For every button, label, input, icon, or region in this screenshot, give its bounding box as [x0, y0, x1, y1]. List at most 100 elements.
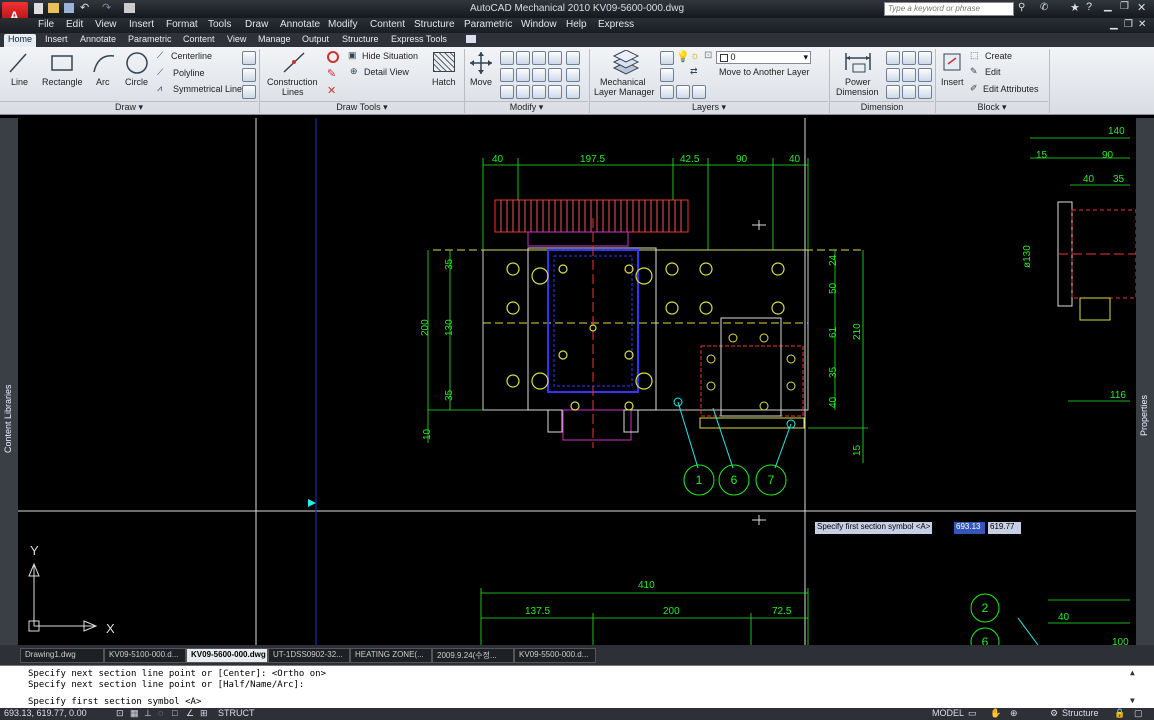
create-block-tool[interactable]: ⬚ Create	[970, 50, 1040, 64]
draw-panel-title[interactable]: Draw ▾	[0, 101, 258, 113]
extend-icon[interactable]	[566, 68, 580, 82]
dynamic-input-x-field[interactable]: 693.13	[954, 522, 985, 534]
dim-aligned-icon[interactable]	[902, 51, 916, 65]
struct-toggle[interactable]: STRUCT	[218, 708, 255, 718]
hide-situation-tool[interactable]: ▣ Hide Situation	[348, 50, 428, 64]
command-prompt[interactable]: Specify first section symbol <A>	[28, 697, 201, 707]
dim-break-icon[interactable]	[902, 85, 916, 99]
menu-tools[interactable]: Tools	[208, 19, 231, 30]
lock-icon[interactable]: ⊡	[704, 50, 712, 61]
polyline-tool[interactable]: ⟋ Polyline	[157, 67, 247, 81]
offset-icon[interactable]	[516, 85, 530, 99]
tab-output[interactable]: Output	[302, 34, 329, 44]
tab-content[interactable]: Content	[183, 34, 215, 44]
workspace-icon[interactable]: ⚙	[1050, 708, 1058, 719]
symmetrical-line-tool[interactable]: ⩘ Symmetrical Line	[157, 83, 247, 97]
rectangle-tool[interactable]: Rectangle	[38, 50, 86, 92]
layer-freeze-icon[interactable]	[692, 85, 706, 99]
ribbon-toggle-icon[interactable]	[466, 35, 476, 43]
osnap-toggle-icon[interactable]: □	[172, 708, 177, 718]
command-line-window[interactable]: Specify next section line point or [Cent…	[0, 665, 1154, 709]
cad-drawing[interactable]: 1 6 7 2 6 40 197.5 42.5 90 40 140 15 90 …	[18, 118, 1136, 645]
break-icon[interactable]	[532, 85, 546, 99]
favorites-star-icon[interactable]: ★	[1070, 1, 1080, 14]
drawing-canvas[interactable]: 1 6 7 2 6 40 197.5 42.5 90 40 140 15 90 …	[18, 118, 1136, 645]
stretch-icon[interactable]	[500, 68, 514, 82]
modify-panel-title[interactable]: Modify ▾	[465, 101, 588, 113]
circle-tool[interactable]: Circle	[122, 50, 154, 92]
menu-edit[interactable]: Edit	[66, 19, 83, 30]
arc-tool[interactable]: Arc	[88, 50, 118, 92]
tab-insert[interactable]: Insert	[45, 34, 68, 44]
dim-space-icon[interactable]	[918, 85, 932, 99]
lock-ui-icon[interactable]: 🔒	[1114, 708, 1125, 719]
menu-modify[interactable]: Modify	[328, 19, 357, 30]
dim-radius-icon[interactable]	[902, 68, 916, 82]
layer-previous-icon[interactable]	[660, 68, 674, 82]
edit-block-tool[interactable]: ✎ Edit	[970, 66, 1040, 80]
target-icon[interactable]	[327, 51, 339, 63]
ortho-toggle-icon[interactable]: ⊥	[144, 708, 152, 719]
layer-isolate-icon[interactable]	[660, 85, 674, 99]
menu-window[interactable]: Window	[521, 19, 557, 30]
dim-baseline-icon[interactable]	[918, 51, 932, 65]
copy-icon[interactable]	[500, 51, 514, 65]
menu-content[interactable]: Content	[370, 19, 405, 30]
construction-lines-tool[interactable]: Construction Lines	[264, 50, 322, 97]
doc-tab-ut-1dss[interactable]: UT-1DSS0902-32...	[268, 648, 350, 663]
pencil-icon[interactable]: ✎	[327, 67, 336, 80]
layers-panel-title[interactable]: Layers ▾	[590, 101, 828, 113]
menu-minimize-icon[interactable]: ▁	[1110, 19, 1118, 30]
mirror-icon[interactable]	[532, 51, 546, 65]
dim-diameter-icon[interactable]	[918, 68, 932, 82]
tab-structure[interactable]: Structure	[342, 34, 379, 44]
layer-state-icon[interactable]	[660, 51, 674, 65]
trim-cross-icon[interactable]: ✕	[327, 84, 336, 97]
menu-annotate[interactable]: Annotate	[280, 19, 320, 30]
fillet-icon[interactable]	[548, 51, 562, 65]
mechanical-layer-manager-tool[interactable]: Mechanical Layer Manager	[592, 49, 656, 97]
draw-extra-icon-1[interactable]	[242, 51, 256, 65]
rotate-icon[interactable]	[516, 51, 530, 65]
doc-tab-2009[interactable]: 2009.9.24(수정...	[432, 648, 514, 663]
content-libraries-palette[interactable]: Content Libraries	[0, 118, 18, 645]
clean-screen-icon[interactable]: ▢	[1134, 708, 1143, 719]
grid-toggle-icon[interactable]: ▦	[130, 708, 139, 719]
trim-icon[interactable]	[548, 68, 562, 82]
dim-linear-icon[interactable]	[886, 51, 900, 65]
command-scroll-up-icon[interactable]: ▲	[1130, 668, 1135, 677]
menu-draw[interactable]: Draw	[245, 19, 268, 30]
scale-icon[interactable]	[516, 68, 530, 82]
dimension-panel-title[interactable]: Dimension	[830, 101, 934, 113]
binoculars-icon[interactable]: ⚲	[1018, 2, 1025, 13]
draw-extra-icon-3[interactable]	[242, 85, 256, 99]
command-scroll-down-icon[interactable]: ▼	[1130, 696, 1135, 705]
doc-tab-kv09-5600[interactable]: KV09-5600-000.dwg	[186, 648, 268, 663]
draw-extra-icon-2[interactable]	[242, 68, 256, 82]
dim-angular-icon[interactable]	[886, 68, 900, 82]
menu-format[interactable]: Format	[166, 19, 198, 30]
block-panel-title[interactable]: Block ▾	[936, 101, 1048, 113]
doc-tab-kv09-5500[interactable]: KV09-5500-000.d...	[514, 648, 596, 663]
search-input[interactable]: Type a keyword or phrase	[884, 2, 1014, 16]
line-tool[interactable]: Line	[4, 50, 34, 92]
detail-view-tool[interactable]: ⊕ Detail View	[350, 66, 430, 80]
layer-select[interactable]: 0 ▾	[716, 51, 811, 64]
move-tool[interactable]: Move	[467, 50, 497, 94]
coordinate-readout[interactable]: 693.13, 619.77, 0.00	[4, 708, 87, 718]
centerline-tool[interactable]: ⟋ Centerline	[157, 50, 247, 64]
dynamic-input-y-field[interactable]: 619.77	[988, 522, 1021, 534]
properties-palette[interactable]: Properties	[1136, 118, 1154, 645]
menu-structure[interactable]: Structure	[414, 19, 455, 30]
join-icon[interactable]	[548, 85, 562, 99]
dim-ordinate-icon[interactable]	[886, 85, 900, 99]
tab-view[interactable]: View	[227, 34, 246, 44]
doc-tab-kv09-5100[interactable]: KV09-5100-000.d...	[104, 648, 186, 663]
polar-toggle-icon[interactable]: ◌	[158, 708, 163, 718]
menu-parametric[interactable]: Parametric	[464, 19, 512, 30]
sun-icon[interactable]: ☼	[690, 50, 700, 62]
menu-view[interactable]: View	[95, 19, 117, 30]
hatch-tool[interactable]: Hatch	[430, 50, 460, 94]
array-icon[interactable]	[532, 68, 546, 82]
layer-off-icon[interactable]	[676, 85, 690, 99]
